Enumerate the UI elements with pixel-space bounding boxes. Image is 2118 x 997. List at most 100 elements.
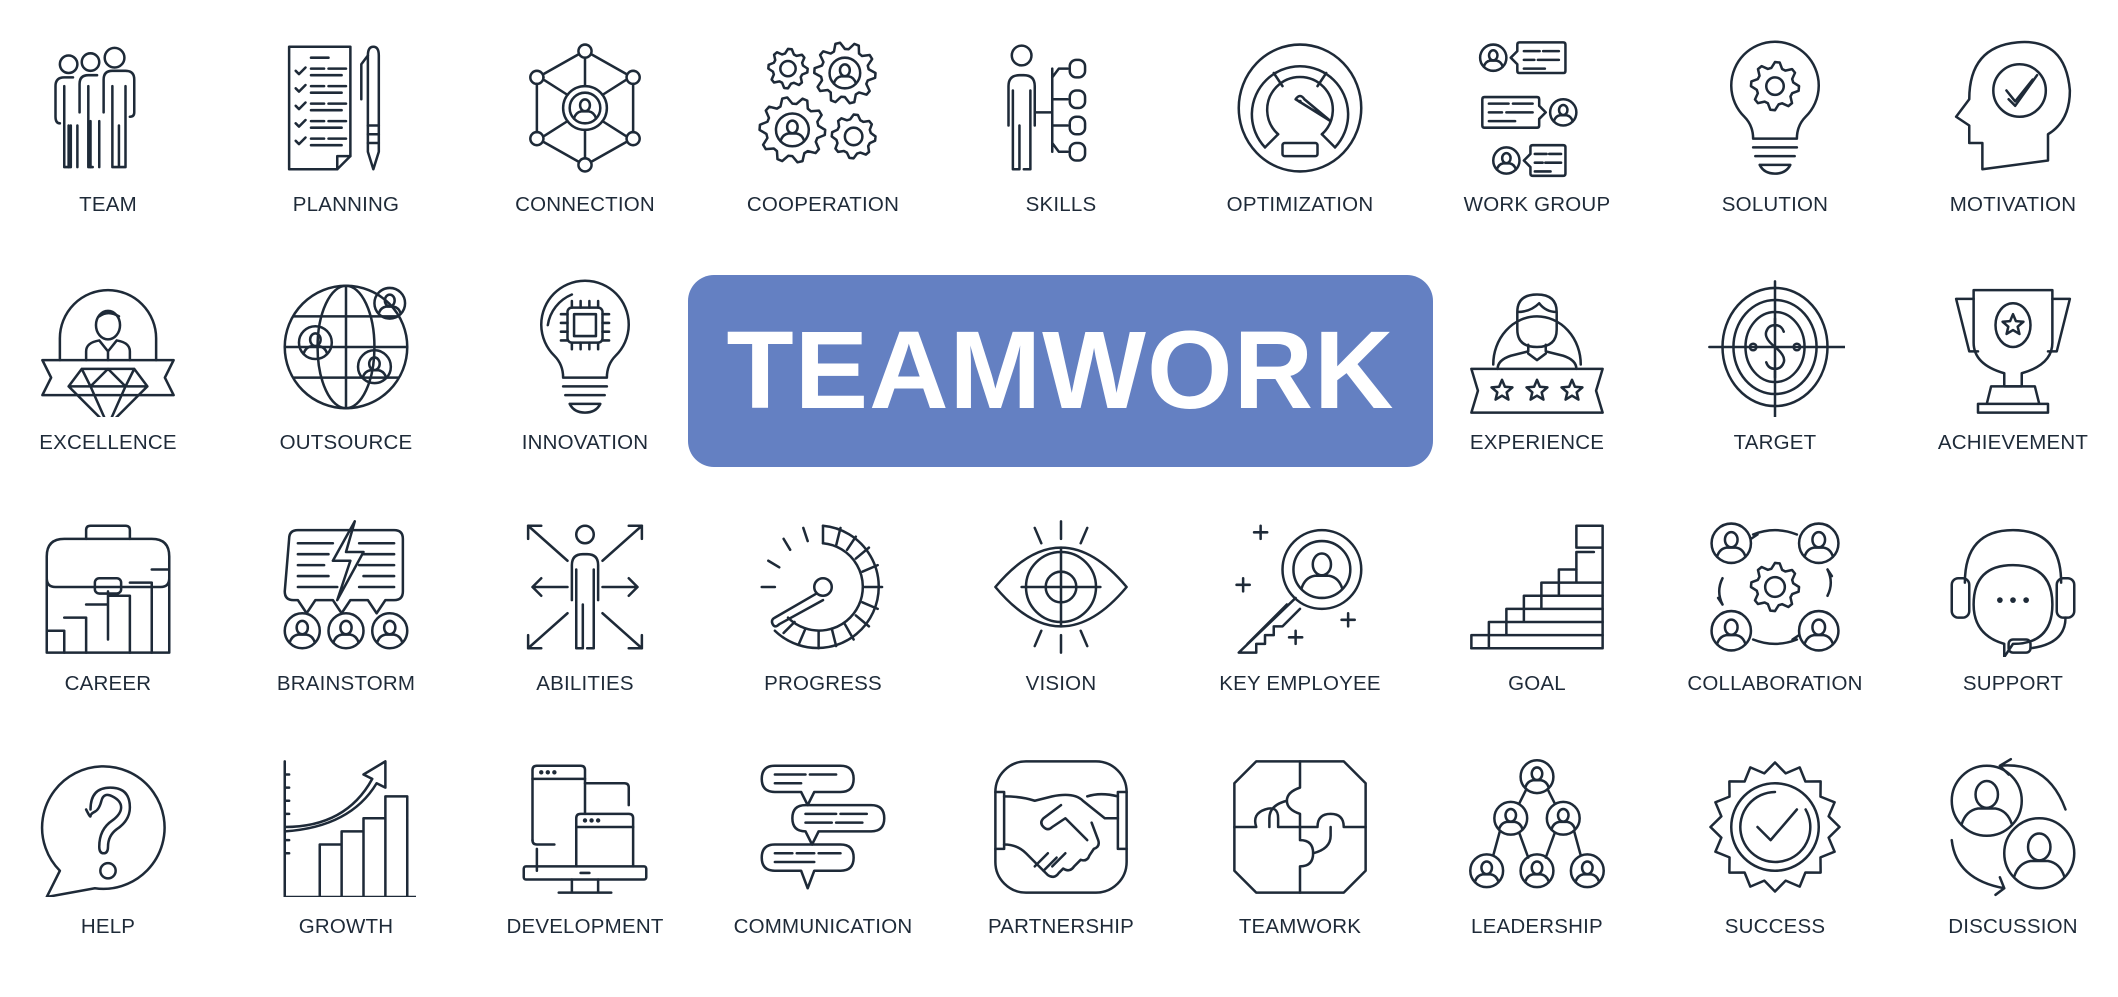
icon-label: LEADERSHIP [1471,915,1603,938]
icon-card-growth: GROWTH [227,757,465,997]
icon-label: SKILLS [1025,193,1097,216]
icon-label: KEY EMPLOYEE [1219,672,1381,695]
teamwork-banner: TEAMWORK [688,275,1433,467]
icon-card-brainstorm: BRAINSTORM [227,517,465,757]
icon-label: EXCELLENCE [39,431,177,454]
icon-label: TARGET [1733,431,1817,454]
icon-label: TEAM [79,193,137,216]
icon-label: DISCUSSION [1948,915,2078,938]
icon-card-solution: SOLUTION [1656,38,1894,278]
help-icon [38,757,178,897]
icon-card-communication: COMMUNICATION [704,757,942,997]
icon-label: WORK GROUP [1463,193,1611,216]
partnership-icon [991,757,1131,897]
solution-icon [1705,38,1845,178]
abilities-icon [515,517,655,657]
career-icon [38,517,178,657]
connection-icon [515,38,655,178]
icon-card-teamwork-puzzle: TEAMWORK [1181,757,1419,997]
icon-label: GOAL [1508,672,1566,695]
leadership-icon [1467,757,1607,897]
icon-label: CAREER [64,672,152,695]
icon-card-team: TEAM [0,38,227,278]
icon-label: DEVELOPMENT [506,915,664,938]
icon-card-success: SUCCESS [1656,757,1894,997]
icon-card-work-group: WORK GROUP [1418,38,1656,278]
icon-card-innovation: INNOVATION [466,277,704,517]
icon-label: OPTIMIZATION [1226,193,1374,216]
icon-label: COLLABORATION [1687,672,1863,695]
icon-card-abilities: ABILITIES [466,517,704,757]
icon-label: GROWTH [298,915,394,938]
support-icon [1943,517,2083,657]
icon-label: HELP [80,915,136,938]
icon-card-career: CAREER [0,517,227,757]
teamwork-puzzle-icon [1230,757,1370,897]
icon-card-progress: PROGRESS [704,517,942,757]
icon-card-key-employee: KEY EMPLOYEE [1181,517,1419,757]
icon-card-cooperation: COOPERATION [704,38,942,278]
discussion-icon [1943,757,2083,897]
icon-card-partnership: PARTNERSHIP [942,757,1180,997]
collaboration-icon [1705,517,1845,657]
icon-card-excellence: EXCELLENCE [0,277,227,517]
icon-label: ABILITIES [536,672,634,695]
motivation-icon [1943,38,2083,178]
icon-label: PARTNERSHIP [987,915,1135,938]
icon-label: OUTSOURCE [279,431,413,454]
icon-card-discussion: DISCUSSION [1894,757,2118,997]
icon-card-achievement: ACHIEVEMENT [1894,277,2118,517]
banner-title: TEAMWORK [726,309,1395,432]
key-employee-icon [1230,517,1370,657]
cooperation-icon [753,38,893,178]
icon-label: SUCCESS [1724,915,1826,938]
brainstorm-icon [276,517,416,657]
innovation-icon [515,277,655,417]
optimization-icon [1230,38,1370,178]
icon-card-skills: SKILLS [942,38,1180,278]
icon-label: TEAMWORK [1238,915,1362,938]
icon-card-support: SUPPORT [1894,517,2118,757]
team-icon [38,38,178,178]
progress-icon [753,517,893,657]
icon-label: ACHIEVEMENT [1937,431,2089,454]
icon-label: COMMUNICATION [733,915,913,938]
icon-label: CONNECTION [515,193,655,216]
icon-card-development: DEVELOPMENT [466,757,704,997]
icon-label: PROGRESS [764,672,882,695]
icon-card-experience: EXPERIENCE [1418,277,1656,517]
icon-label: BRAINSTORM [276,672,416,695]
icon-card-goal: GOAL [1418,517,1656,757]
icon-card-motivation: MOTIVATION [1894,38,2118,278]
goal-icon [1467,517,1607,657]
icon-card-leadership: LEADERSHIP [1418,757,1656,997]
icon-card-optimization: OPTIMIZATION [1181,38,1419,278]
growth-icon [276,757,416,897]
icon-card-collaboration: COLLABORATION [1656,517,1894,757]
icon-card-target: TARGET [1656,277,1894,517]
achievement-icon [1943,277,2083,417]
experience-icon [1467,277,1607,417]
target-icon [1705,277,1845,417]
development-icon [515,757,655,897]
icon-label: SOLUTION [1721,193,1829,216]
vision-icon [991,517,1131,657]
communication-icon [753,757,893,897]
icon-label: MOTIVATION [1949,193,2077,216]
icon-card-planning: PLANNING [227,38,465,278]
icon-card-connection: CONNECTION [466,38,704,278]
icon-label: EXPERIENCE [1469,431,1605,454]
icon-label: VISION [1025,672,1097,695]
icon-label: PLANNING [292,193,400,216]
work-group-icon [1467,38,1607,178]
icon-card-vision: VISION [942,517,1180,757]
outsource-icon [276,277,416,417]
success-icon [1705,757,1845,897]
icon-card-help: HELP [0,757,227,997]
skills-icon [991,38,1131,178]
excellence-icon [38,277,178,417]
icon-label: COOPERATION [746,193,900,216]
icon-label: INNOVATION [521,431,649,454]
icon-label: SUPPORT [1962,672,2064,695]
icon-card-outsource: OUTSOURCE [227,277,465,517]
